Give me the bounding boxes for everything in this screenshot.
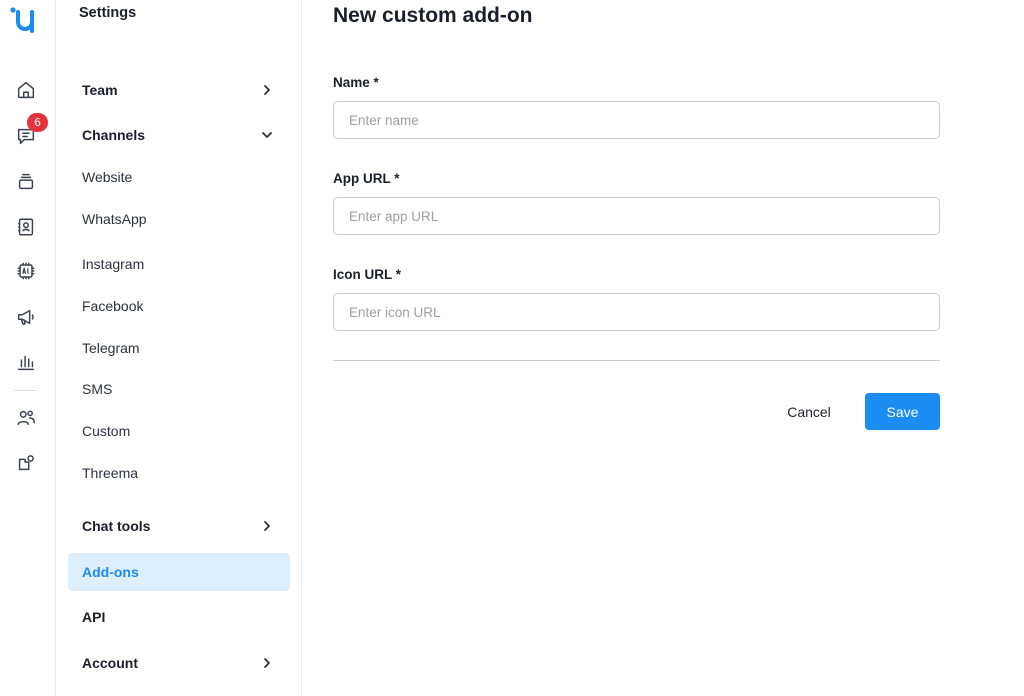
settings-nav: Settings Team Channels Website WhatsApp … [56, 0, 302, 696]
nav-item-label: Add-ons [82, 564, 139, 580]
stack-icon[interactable] [12, 167, 40, 195]
icon-url-input[interactable] [333, 293, 940, 331]
nav-item-add-ons[interactable]: Add-ons [68, 553, 290, 591]
nav-item-label: SMS [82, 381, 113, 397]
ai-chip-icon[interactable] [12, 257, 40, 285]
nav-item-label: Account [82, 655, 138, 671]
nav-item-account[interactable]: Account [68, 644, 290, 682]
cancel-button[interactable]: Cancel [771, 393, 847, 430]
nav-item-telegram[interactable]: Telegram [68, 329, 290, 367]
nav-item-label: Team [82, 82, 118, 98]
page-title: New custom add-on [333, 4, 533, 27]
icon-url-label: Icon URL * [333, 267, 402, 282]
add-on-form: New custom add-on Name * App URL * Icon … [302, 0, 1024, 696]
nav-item-label: Website [82, 169, 133, 185]
chevron-right-icon [264, 85, 270, 95]
form-divider [333, 360, 940, 361]
nav-item-channels[interactable]: Channels [68, 116, 290, 154]
contacts-book-icon[interactable] [12, 213, 40, 241]
nav-item-label: Instagram [82, 256, 145, 272]
nav-item-label: Threema [82, 465, 139, 481]
nav-item-chat-tools[interactable]: Chat tools [68, 507, 290, 545]
name-label: Name * [333, 75, 379, 90]
nav-item-label: API [82, 609, 106, 625]
nav-item-custom[interactable]: Custom [68, 412, 290, 450]
home-icon[interactable] [12, 76, 40, 104]
name-input[interactable] [333, 101, 940, 139]
nav-item-threema[interactable]: Threema [68, 454, 290, 492]
nav-item-label: Telegram [82, 340, 140, 356]
nav-item-api[interactable]: API [68, 598, 290, 636]
nav-item-label: Channels [82, 127, 146, 143]
unread-badge: 6 [27, 113, 48, 132]
nav-item-team[interactable]: Team [68, 71, 290, 109]
nav-item-whatsapp[interactable]: WhatsApp [68, 200, 290, 238]
rail-divider [14, 390, 37, 391]
app-url-input[interactable] [333, 197, 940, 235]
brand-u-icon[interactable] [9, 5, 41, 35]
megaphone-icon[interactable] [12, 303, 40, 331]
integrations-icon[interactable] [12, 449, 40, 477]
settings-title: Settings [79, 5, 137, 21]
nav-item-facebook[interactable]: Facebook [68, 287, 290, 325]
nav-item-label: Chat tools [82, 518, 151, 534]
nav-item-label: WhatsApp [82, 211, 147, 227]
bar-chart-icon[interactable] [12, 348, 40, 376]
nav-item-instagram[interactable]: Instagram [68, 245, 290, 283]
nav-item-website[interactable]: Website [68, 158, 290, 196]
app-url-label: App URL * [333, 171, 400, 186]
save-button[interactable]: Save [865, 393, 940, 430]
nav-item-label: Facebook [82, 298, 144, 314]
team-icon[interactable] [12, 404, 40, 432]
nav-item-sms[interactable]: SMS [68, 370, 290, 408]
chevron-right-icon [264, 521, 270, 531]
nav-item-label: Custom [82, 423, 131, 439]
chevron-down-icon [262, 132, 272, 138]
chevron-right-icon [264, 658, 270, 668]
icon-rail: 6 [0, 0, 56, 696]
